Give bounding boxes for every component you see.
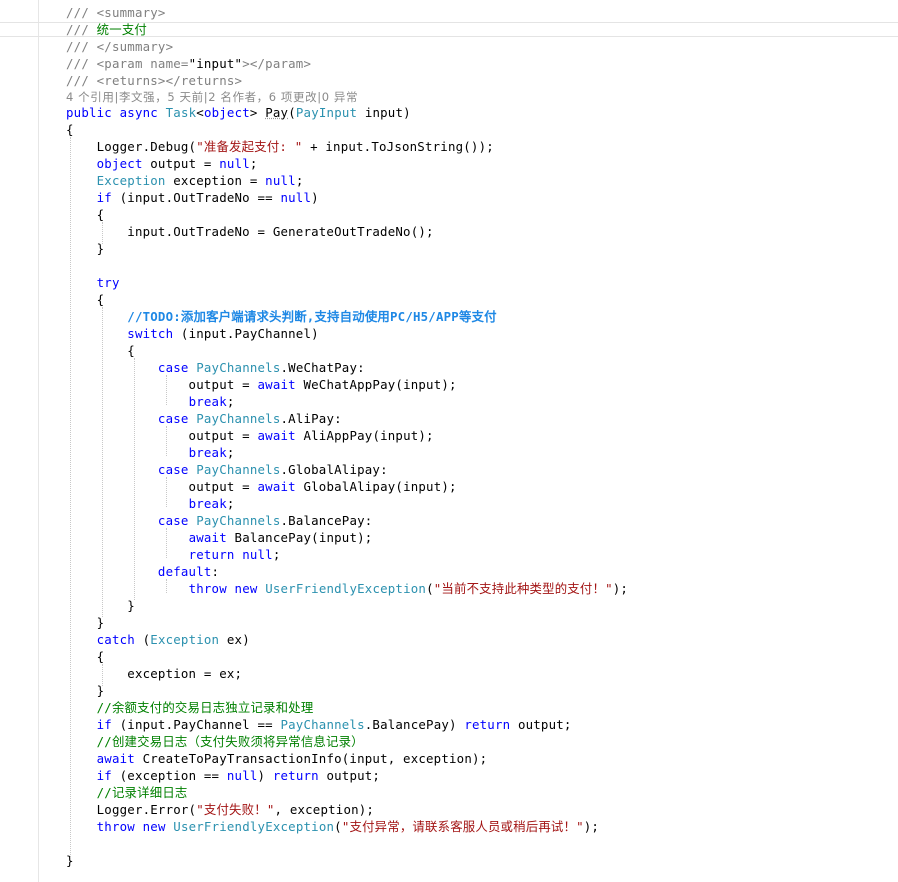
code-line-case: case PayChannels.BalancePay: xyxy=(157,513,373,528)
code-line: break; xyxy=(188,394,235,409)
code-line: break; xyxy=(188,496,235,511)
throw-message-string: "支付异常，请联系客服人员或稍后再试！" xyxy=(341,819,584,834)
enum-type: PayChannels xyxy=(280,717,365,732)
doc-summary-text: 统一支付 xyxy=(96,22,148,37)
comment-create-log: //创建交易日志（支付失败须将异常信息记录） xyxy=(96,734,364,749)
doc-tag: </summary> xyxy=(96,39,174,54)
code-line: await BalancePay(input); xyxy=(188,530,373,545)
enum-type: PayChannels xyxy=(196,462,281,477)
code-line-case: case PayChannels.WeChatPay: xyxy=(157,360,365,375)
code-line: if (input.OutTradeNo == null) xyxy=(96,190,319,205)
code-line-doc-param: /// <param name="input"></param> xyxy=(66,56,312,71)
editor-gutter-margin xyxy=(38,0,39,882)
code-line: exception = ex; xyxy=(66,666,243,681)
comment-balance: //余额支付的交易日志独立记录和处理 xyxy=(96,700,314,715)
exception-type: UserFriendlyException xyxy=(173,819,335,834)
enum-type: PayChannels xyxy=(196,513,281,528)
code-line: break; xyxy=(188,445,235,460)
code-line-comment: //记录详细日志 xyxy=(66,784,188,801)
enum-member: WeChatPay xyxy=(288,360,358,375)
code-line: } xyxy=(66,598,135,613)
doc-tag: ></param> xyxy=(242,56,312,71)
doc-tag: <returns></returns> xyxy=(96,73,243,88)
method-call: GlobalAlipay xyxy=(303,479,396,494)
code-line: switch (input.PayChannel) xyxy=(127,326,319,341)
code-line: if (exception == null) return output; xyxy=(96,768,381,783)
code-line: Logger.Error("支付失败！", exception); xyxy=(66,802,375,817)
code-line: try xyxy=(96,275,120,290)
doc-param-name: "input" xyxy=(188,56,243,71)
code-line-comment: //创建交易日志（支付失败须将异常信息记录） xyxy=(66,733,364,750)
method-call: WeChatAppPay xyxy=(303,377,396,392)
code-line-doc-summary-open: /// <summary> xyxy=(66,5,166,20)
code-line-comment: //余额支付的交易日志独立记录和处理 xyxy=(66,699,314,716)
code-line: } xyxy=(66,853,74,868)
todo-comment: //TODO:添加客户端请求头判断,支持自动使用PC/H5/APP等支付 xyxy=(127,309,497,324)
code-line: return null; xyxy=(188,547,281,562)
code-line: } xyxy=(66,241,105,256)
code-line: { xyxy=(66,207,105,222)
enum-type: PayChannels xyxy=(196,411,281,426)
method-call: BalancePay xyxy=(234,530,312,545)
code-line: catch (Exception ex) xyxy=(96,632,250,647)
code-line: Exception exception = null; xyxy=(96,173,304,188)
unsupported-message-string: "当前不支持此种类型的支付！" xyxy=(433,581,613,596)
method-call: AliAppPay xyxy=(303,428,373,443)
code-line: output = await AliAppPay(input); xyxy=(66,428,434,443)
enum-member: AliPay xyxy=(288,411,335,426)
doc-tag: <summary> xyxy=(96,5,166,20)
debug-message-string: "准备发起支付: " xyxy=(196,139,303,154)
comment-detail-log: //记录详细日志 xyxy=(96,785,188,800)
code-line-case: case PayChannels.GlobalAlipay: xyxy=(157,462,388,477)
code-line: default: xyxy=(157,564,220,579)
code-line-doc-summary-close: /// </summary> xyxy=(66,39,174,54)
code-line-todo: //TODO:添加客户端请求头判断,支持自动使用PC/H5/APP等支付 xyxy=(66,308,497,325)
code-line: throw new UserFriendlyException("当前不支持此种… xyxy=(188,581,629,596)
code-line: object output = null; xyxy=(96,156,258,171)
code-line: } xyxy=(66,683,105,698)
code-line-doc-summary-text: /// 统一支付 xyxy=(66,22,148,37)
code-line: if (input.PayChannel == PayChannels.Bala… xyxy=(96,717,572,732)
enum-member: GlobalAlipay xyxy=(288,462,381,477)
code-line-case: case PayChannels.AliPay: xyxy=(157,411,342,426)
code-line: output = await GlobalAlipay(input); xyxy=(66,479,457,494)
method-name[interactable]: Pay xyxy=(265,105,288,120)
code-line: output = await WeChatAppPay(input); xyxy=(66,377,457,392)
doc-tag: <param name= xyxy=(96,56,189,71)
param-type[interactable]: PayInput xyxy=(296,105,357,120)
code-line: input.OutTradeNo = GenerateOutTradeNo(); xyxy=(66,224,434,239)
exception-type: UserFriendlyException xyxy=(265,581,427,596)
error-message-string: "支付失败！" xyxy=(196,802,275,817)
code-line: } xyxy=(66,615,105,630)
code-line: { xyxy=(66,122,74,137)
code-line: Logger.Debug("准备发起支付: " + input.ToJsonSt… xyxy=(66,139,494,154)
code-line: { xyxy=(66,292,105,307)
enum-type: PayChannels xyxy=(196,360,281,375)
code-line: throw new UserFriendlyException("支付异常，请联… xyxy=(96,819,600,834)
code-editor[interactable]: /// <summary> /// 统一支付 /// </summary> //… xyxy=(0,0,898,882)
code-line: { xyxy=(66,649,105,664)
method-signature: public async Task<object> Pay(PayInput i… xyxy=(66,105,411,120)
code-line-doc-returns: /// <returns></returns> xyxy=(66,73,243,88)
code-line: { xyxy=(66,343,135,358)
enum-member: BalancePay xyxy=(288,513,365,528)
code-line: await CreateToPayTransactionInfo(input, … xyxy=(96,751,488,766)
